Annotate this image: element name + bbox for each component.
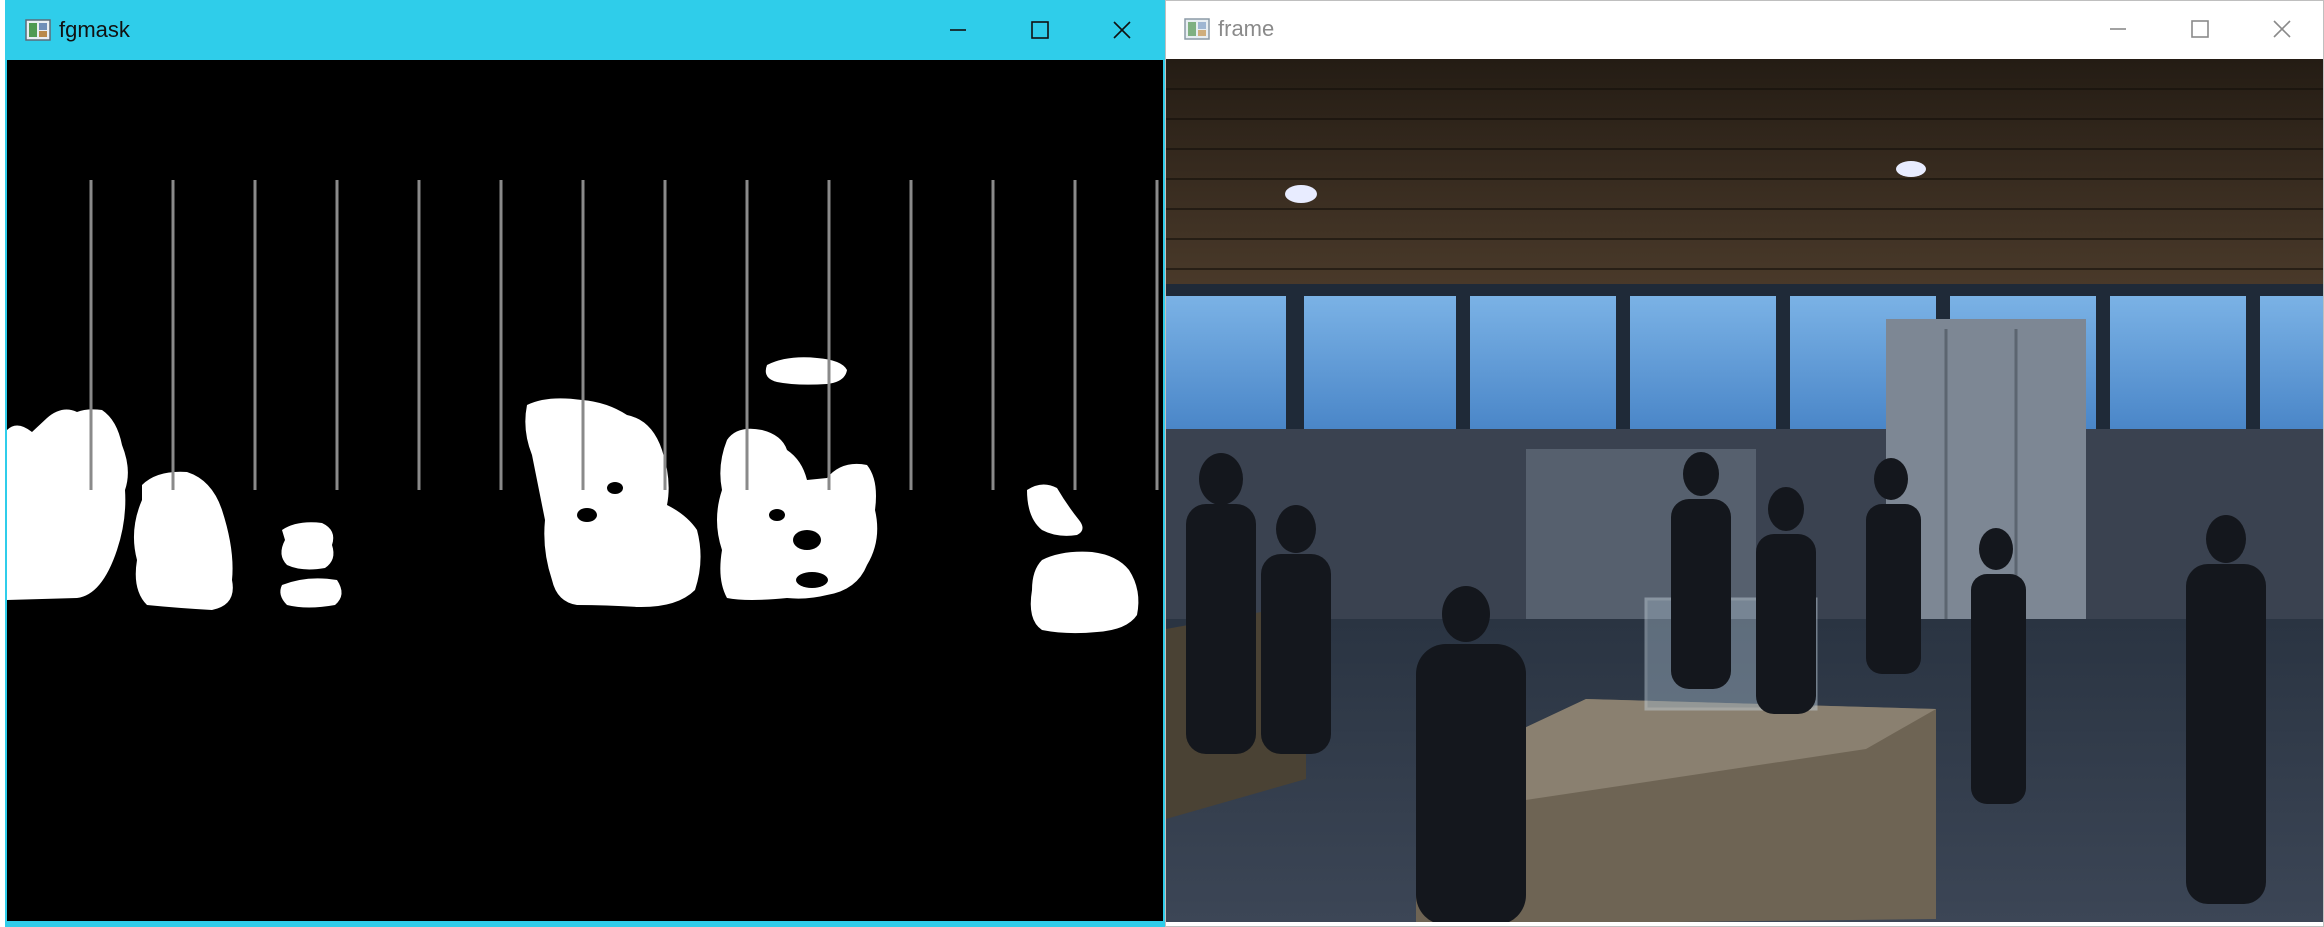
frame-canvas <box>1166 59 2323 922</box>
foreground-mask-image <box>7 60 1163 921</box>
close-icon <box>2273 20 2291 38</box>
close-icon <box>1113 21 1131 39</box>
camera-frame-image <box>1166 59 2323 922</box>
maximize-button[interactable] <box>2159 1 2241 57</box>
fgmask-window[interactable]: fgmask <box>5 0 1165 927</box>
window-controls <box>2077 1 2323 57</box>
window-title: fgmask <box>59 17 130 42</box>
minimize-icon <box>2110 28 2126 30</box>
fgmask-titlebar[interactable]: fgmask <box>7 2 1163 58</box>
maximize-button[interactable] <box>999 2 1081 58</box>
minimize-icon <box>950 29 966 31</box>
window-title: frame <box>1218 16 1275 41</box>
window-controls <box>917 2 1163 58</box>
minimize-button[interactable] <box>2077 1 2159 57</box>
app-icon <box>25 19 51 41</box>
app-icon <box>1184 18 1210 40</box>
minimize-button[interactable] <box>917 2 999 58</box>
maximize-icon <box>2191 20 2209 38</box>
fgmask-canvas <box>7 60 1163 921</box>
frame-titlebar[interactable]: frame <box>1166 1 2323 57</box>
maximize-icon <box>1031 21 1049 39</box>
close-button[interactable] <box>1081 2 1163 58</box>
close-button[interactable] <box>2241 1 2323 57</box>
frame-window[interactable]: frame <box>1165 0 2324 927</box>
